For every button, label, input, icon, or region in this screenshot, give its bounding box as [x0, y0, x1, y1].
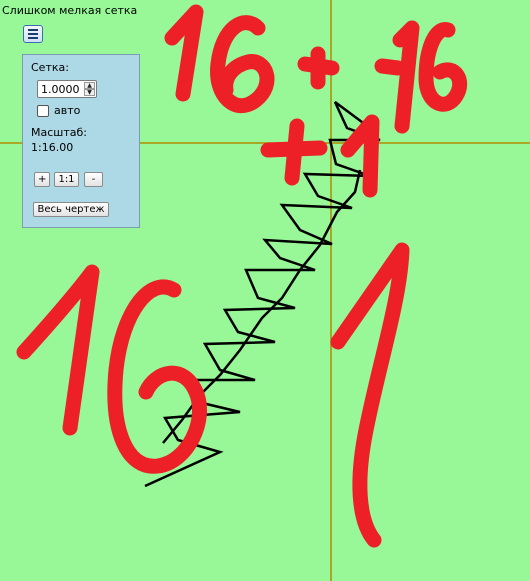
grid-label: Сетка: — [31, 61, 69, 74]
hamburger-menu-icon[interactable] — [23, 25, 43, 43]
spinner-down-icon[interactable]: ▼ — [84, 89, 95, 96]
scale-label: Масштаб: — [31, 126, 87, 139]
zoom-reset-button[interactable]: 1:1 — [54, 172, 79, 187]
zoom-out-button[interactable]: - — [84, 172, 103, 187]
grid-spinner[interactable]: 1.0000 ▲ ▼ — [37, 80, 97, 98]
auto-checkbox[interactable] — [37, 105, 49, 117]
zoom-in-button[interactable]: + — [34, 172, 50, 187]
settings-panel: Сетка: 1.0000 ▲ ▼ авто Масштаб: 1:16.00 … — [22, 54, 140, 228]
status-message: Слишком мелкая сетка — [2, 4, 138, 17]
fit-all-button[interactable]: Весь чертеж — [33, 202, 109, 217]
scale-value: 1:16.00 — [31, 141, 74, 154]
drawing-canvas[interactable]: Слишком мелкая сетка Сетка: 1.0000 ▲ ▼ а… — [0, 0, 530, 581]
auto-label: авто — [54, 104, 81, 117]
spinner-up-icon[interactable]: ▲ — [84, 82, 95, 89]
grid-value[interactable]: 1.0000 — [41, 83, 80, 96]
